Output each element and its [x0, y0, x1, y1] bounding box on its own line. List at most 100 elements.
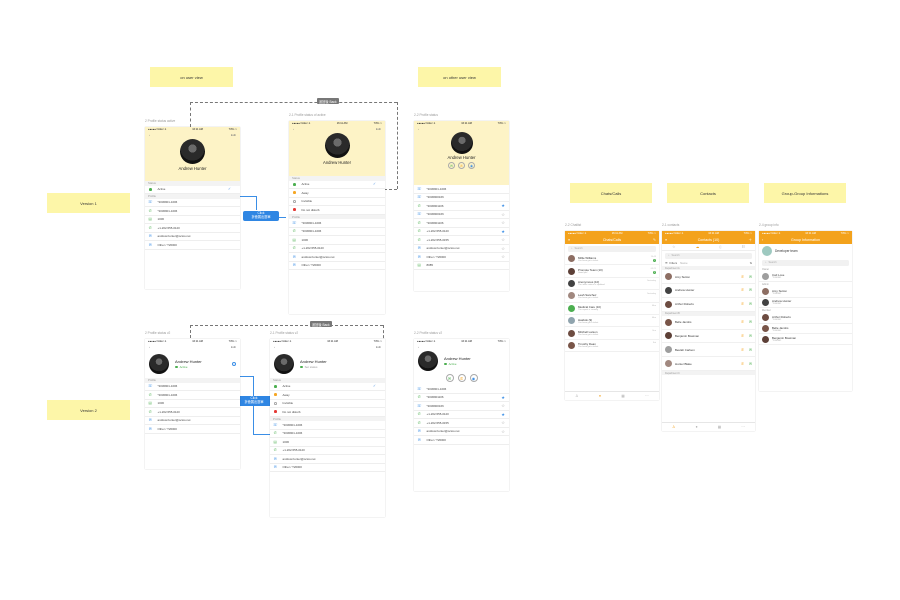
profile-row[interactable]: ✆ +1-202-555-0120 ★: [414, 228, 509, 236]
profile-row[interactable]: ✆ *2030901-1006: [289, 228, 385, 236]
edit-button[interactable]: Edit: [376, 127, 381, 131]
contact-row[interactable]: Benjamin Bowman ✆ ✉: [662, 330, 755, 344]
profile-row[interactable]: ☏ *2030901-1006: [145, 383, 240, 391]
back-button[interactable]: ‹: [418, 345, 419, 349]
set-status-link[interactable]: Set status: [300, 365, 327, 369]
profile-row[interactable]: ✉ Other / T20000: [145, 425, 240, 434]
status-option[interactable]: Active ✓: [289, 181, 385, 189]
back-icon[interactable]: ‹: [762, 238, 763, 242]
profile-row[interactable]: ✉ andrew.hunter@octos.net ☆: [414, 428, 509, 436]
message-icon[interactable]: ✉: [445, 374, 454, 382]
profile-row[interactable]: ✆ *2030901-1006: [145, 207, 240, 216]
call-icon[interactable]: ✆: [741, 334, 744, 338]
favorite-star-icon[interactable]: ☆: [501, 403, 505, 408]
member-row[interactable]: Belle Jacobs *2030901: [759, 324, 852, 335]
favorites-tab-icon[interactable]: ☆: [672, 245, 675, 249]
edit-button[interactable]: Edit: [231, 133, 236, 137]
profile-row[interactable]: ✉ andrew.hunter@octos.net: [289, 253, 385, 262]
chat-icon[interactable]: ✉: [749, 320, 752, 324]
favorite-star-icon[interactable]: ☆: [501, 212, 505, 217]
member-row[interactable]: Arthur Roberts *2030901: [759, 313, 852, 324]
profile-row[interactable]: ☏ *2030901-1006: [289, 219, 385, 228]
profile-row[interactable]: ✆ *2030901106 ★: [414, 202, 509, 211]
add-contact-icon[interactable]: ＋: [748, 238, 752, 243]
favorite-star-icon[interactable]: ★: [501, 395, 505, 400]
contact-row[interactable]: Andrew Hunter ✆ ✉: [662, 284, 755, 298]
call-icon[interactable]: ✆: [741, 320, 744, 324]
chat-icon[interactable]: ✉: [749, 348, 752, 352]
member-row[interactable]: Amy Sutton *2030901: [759, 287, 852, 298]
contact-row[interactable]: Amy Sutton ✆ ✉: [662, 270, 755, 284]
member-row[interactable]: Benjamin Bowman *2030901: [759, 334, 852, 346]
profile-row[interactable]: ☏ *2030900166 ☆: [414, 211, 509, 219]
status-option[interactable]: Invisible: [289, 198, 385, 206]
profile-row[interactable]: ▤ 1006: [145, 216, 240, 224]
edit-button[interactable]: Edit: [231, 345, 236, 349]
chats-tab-icon[interactable]: ●: [695, 425, 697, 429]
chat-icon[interactable]: ✉: [749, 302, 752, 306]
profile-row[interactable]: ✆ +1-202-555-0120: [145, 408, 240, 417]
chat-list-item[interactable]: Leah Sanchez You have got a ticket Yesterd…: [565, 290, 659, 303]
chat-icon[interactable]: ✉: [749, 275, 752, 279]
call-icon[interactable]: ✆: [741, 275, 744, 279]
back-button[interactable]: ‹: [418, 127, 419, 131]
favorite-star-icon[interactable]: ☆: [501, 420, 505, 425]
favorite-star-icon[interactable]: ☆: [501, 220, 505, 225]
call-icon[interactable]: ✆: [741, 288, 744, 292]
profile-row[interactable]: ▤ 1006: [270, 438, 385, 447]
chat-list-item[interactable]: Mitchell Larson You have got a ticket Sun: [565, 327, 659, 340]
profile-row[interactable]: ✉ andrew.hunter@octos.net: [270, 455, 385, 464]
member-row[interactable]: Carl Love *2030901: [759, 272, 852, 283]
profile-row[interactable]: ☏ *2030901-1006: [145, 199, 240, 207]
profile-row[interactable]: ✉ Other / T20000: [270, 464, 385, 472]
profile-row[interactable]: ☏ *2030901-1006: [270, 421, 385, 430]
contacts-tab-icon[interactable]: ♙: [672, 425, 675, 429]
status-row-active[interactable]: Active ✓: [145, 186, 240, 194]
contact-row[interactable]: Belle Jacobs ✆ ✉: [662, 316, 755, 330]
back-button[interactable]: ‹: [149, 133, 150, 137]
profile-row[interactable]: ✉ andrew.hunter@octos.net: [145, 417, 240, 425]
favorite-star-icon[interactable]: ☆: [501, 237, 505, 242]
profile-row[interactable]: ✉ Other / T20000: [414, 436, 509, 445]
search-input[interactable]: ⌕ Search: [762, 259, 849, 266]
status-option[interactable]: Do not disturb: [289, 206, 385, 215]
profile-row[interactable]: ✆ +1-202-555-0120: [289, 245, 385, 253]
status-option[interactable]: Active ✓: [270, 383, 385, 391]
edit-button[interactable]: Edit: [376, 345, 381, 349]
profile-row[interactable]: ✆ +1-202-555-0120: [145, 224, 240, 233]
status-option[interactable]: Away: [289, 189, 385, 198]
contacts-tab-icon[interactable]: ♙: [575, 394, 578, 398]
favorite-star-icon[interactable]: ★: [501, 229, 505, 234]
video-icon[interactable]: ◉: [468, 162, 475, 169]
favorite-star-icon[interactable]: ☆: [501, 429, 505, 434]
status-indicator[interactable]: Active: [175, 365, 202, 369]
compose-icon[interactable]: ✎: [653, 238, 656, 242]
contact-row[interactable]: Arthur Roberts ✆ ✉: [662, 298, 755, 312]
member-row[interactable]: Andrew Hunter *2030901: [759, 298, 852, 309]
profile-row[interactable]: ✆ *2030901-1006: [145, 391, 240, 400]
chat-list-item[interactable]: Promote Team (10) Good job! 09:21 3: [565, 265, 659, 278]
profile-row[interactable]: ☏ *2030901-1006: [414, 385, 509, 394]
favorite-star-icon[interactable]: ☆: [501, 254, 505, 259]
call-icon[interactable]: ✆: [741, 348, 744, 352]
menu-icon[interactable]: ≡: [568, 238, 570, 242]
profile-row[interactable]: ✉ andrew.hunter@octos.net ☆: [414, 245, 509, 253]
profile-row[interactable]: ✆ *2030901106 ☆: [414, 219, 509, 228]
contacts-tab-icon[interactable]: ☁: [696, 245, 700, 249]
profile-row[interactable]: ✆ +1-202-555-0155 ☆: [414, 419, 509, 428]
status-option[interactable]: Do not disturb: [270, 408, 385, 417]
chats-tab-icon[interactable]: ●: [599, 394, 601, 398]
chat-list-item[interactable]: Hasbok (9) You have got a ticket Mon: [565, 315, 659, 328]
favorite-star-icon[interactable]: ★: [501, 412, 505, 417]
profile-row[interactable]: ✆ +1-202-555-0155 ☆: [414, 236, 509, 245]
chat-list-item[interactable]: Anonymous (10) The inline notice is updat…: [565, 278, 659, 291]
call-icon[interactable]: ✆: [741, 302, 744, 306]
profile-row[interactable]: ✉ Other / T20000: [145, 241, 240, 250]
back-button[interactable]: ‹: [149, 345, 150, 349]
video-icon[interactable]: ◉: [469, 374, 478, 382]
profile-row[interactable]: ▤ 1006: [289, 236, 385, 245]
profile-row[interactable]: ☏ *2030901-1006: [414, 185, 509, 194]
search-input[interactable]: ⌕ Search: [665, 252, 752, 259]
profile-row[interactable]: ✆ *2030901-1006: [270, 430, 385, 438]
back-button[interactable]: ‹: [293, 127, 294, 131]
